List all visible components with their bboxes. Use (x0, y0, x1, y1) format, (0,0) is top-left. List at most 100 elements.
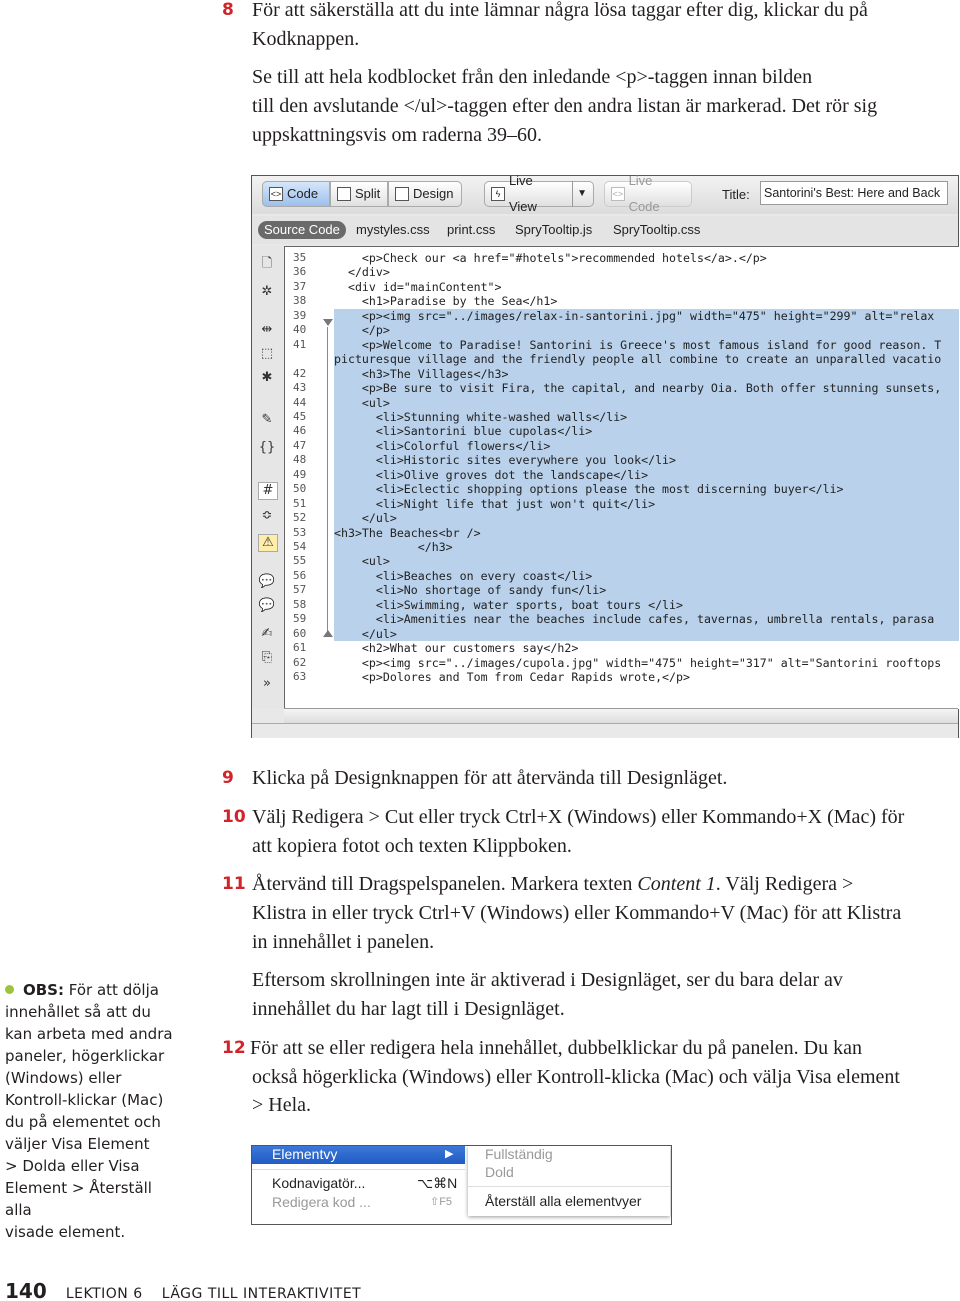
code-icon: <> (269, 187, 283, 201)
code-text: <h2>What our customers say</h2> (334, 641, 579, 656)
live-code-icon: <> (611, 187, 625, 201)
submenu-item-dold[interactable]: Dold (485, 1164, 514, 1180)
code-line[interactable]: 61 <h2>What our customers say</h2> (285, 641, 959, 656)
code-line[interactable]: picturesque village and the friendly peo… (285, 352, 959, 367)
line-number: 39 (293, 308, 307, 322)
note-label: OBS: (23, 981, 64, 999)
line-number: 58 (293, 597, 307, 611)
code-text: <h3>The Beaches<br /> (334, 525, 959, 541)
line-number: 57 (293, 583, 307, 597)
paragraph: Eftersom skrollningen inte är aktiverad … (252, 969, 843, 991)
code-line[interactable]: 58 <li>Swimming, water sports, boat tour… (285, 597, 959, 613)
code-line[interactable]: 46 <li>Santorini blue cupolas</li> (285, 424, 959, 439)
code-line[interactable]: 47 <li>Colorful flowers</li> (285, 438, 959, 454)
code-line[interactable]: 51 <li>Night life that just won't quit</… (285, 496, 959, 512)
menu-item-elementvy[interactable]: Elementvy ▶ (252, 1146, 465, 1164)
line-number: 60 (293, 626, 307, 640)
code-line[interactable]: 40 </p> (285, 323, 959, 338)
step-number: 10 (222, 807, 246, 827)
code-text: <li>Night life that just won't quit</li> (334, 496, 959, 512)
related-file[interactable]: print.css (447, 221, 495, 239)
code-line[interactable]: 63 <p>Dolores and Tom from Cedar Rapids … (285, 670, 959, 685)
code-line[interactable]: 54 </h3> (285, 540, 959, 555)
line-number: 36 (293, 265, 307, 279)
code-line[interactable]: 45 <li>Stunning white-washed walls</li> (285, 409, 959, 425)
submenu-item-reset[interactable]: Återställ alla elementvyer (485, 1193, 641, 1209)
code-line[interactable]: 55 <ul> (285, 554, 959, 569)
syntax-error-icon[interactable]: ⚠ (258, 534, 278, 552)
open-documents-icon[interactable]: 🗋 (258, 256, 276, 272)
code-line[interactable]: 62 <p><img src="../images/cupola.jpg" wi… (285, 656, 959, 671)
code-text: <h1>Paradise by the Sea</h1> (334, 294, 558, 309)
code-editor[interactable]: 35 <p>Check our <a href="#hotels">recomm… (284, 246, 959, 709)
recent-snippets-icon[interactable]: ⎘ (258, 650, 276, 666)
code-line[interactable]: 56 <li>Beaches on every coast</li> (285, 568, 959, 584)
code-line[interactable]: 53 <h3>The Beaches<br /> (285, 525, 959, 541)
page-number: 140 (5, 1279, 47, 1301)
title-input[interactable]: Santorini's Best: Here and Back (760, 181, 948, 205)
highlight-invalid-code-icon[interactable]: ≎ (258, 508, 276, 524)
line-number: 47 (293, 438, 307, 452)
paragraph: Se till att hela kodblocket från den inl… (252, 66, 813, 88)
code-text: <li>Eclectic shopping options please the… (334, 482, 959, 497)
code-text: <p>Dolores and Tom from Cedar Rapids wro… (334, 670, 690, 685)
line-number: 40 (293, 323, 307, 337)
code-text: <li>No shortage of sandy fun</li> (334, 583, 959, 598)
code-line[interactable]: 39 <p><img src="../images/relax-in-santo… (285, 308, 959, 324)
step-text: Klistra in eller tryck Ctrl+V (Windows) … (252, 902, 902, 924)
remove-comment-icon[interactable]: 💬 (258, 598, 276, 614)
submenu-item-fullstandig[interactable]: Fullständig (485, 1146, 553, 1162)
split-view-button[interactable]: Split (330, 181, 388, 207)
code-line[interactable]: 49 <li>Olive groves dot the landscape</l… (285, 467, 959, 483)
code-line[interactable]: 48 <li>Historic sites everywhere you loo… (285, 453, 959, 468)
code-line[interactable]: 59 <li>Amenities near the beaches includ… (285, 612, 959, 627)
code-line[interactable]: 36 </div> (285, 265, 959, 280)
code-line[interactable]: 57 <li>No shortage of sandy fun</li> (285, 583, 959, 598)
related-file[interactable]: SpryTooltip.css (613, 221, 700, 239)
design-view-button[interactable]: Design (388, 181, 462, 207)
show-code-navigator-icon[interactable]: ✲ (258, 284, 276, 300)
collapse-selection-icon[interactable]: ⬚ (258, 346, 276, 362)
code-line[interactable]: 50 <li>Eclectic shopping options please … (285, 482, 959, 497)
code-line[interactable]: 43 <p>Be sure to visit Fira, the capital… (285, 381, 959, 396)
step-text: Återvänd till Dragspelspanelen. Markera … (252, 870, 853, 899)
horizontal-scrollbar[interactable] (284, 708, 958, 723)
related-file[interactable]: mystyles.css (356, 221, 430, 239)
wrap-tag-icon[interactable]: ✍ (258, 626, 276, 642)
code-text: <p>Welcome to Paradise! Santorini is Gre… (334, 337, 959, 353)
code-line[interactable]: 38 <h1>Paradise by the Sea</h1> (285, 294, 959, 309)
dropdown-arrow-icon[interactable]: ▼ (572, 181, 587, 207)
related-file[interactable]: SpryTooltip.js (515, 221, 592, 239)
step-text: > Hela. (252, 1094, 312, 1116)
expand-all-icon[interactable]: ✱ (258, 370, 276, 386)
code-line[interactable]: 41 <p>Welcome to Paradise! Santorini is … (285, 337, 959, 353)
line-number: 45 (293, 409, 307, 423)
code-line[interactable]: 35 <p>Check our <a href="#hotels">recomm… (285, 251, 959, 266)
code-line[interactable]: 60 </ul> (285, 626, 959, 642)
line-number: 46 (293, 424, 307, 438)
code-line[interactable]: 52 </ul> (285, 511, 959, 526)
step-text: att kopiera fotot och texten Klippboken. (252, 835, 572, 857)
code-line[interactable]: 37 <div id="mainContent"> (285, 280, 959, 295)
live-code-button[interactable]: <> Live Code (604, 173, 692, 214)
fold-start-icon[interactable] (323, 319, 333, 326)
line-numbers-icon[interactable]: # (258, 482, 278, 500)
balance-braces-icon[interactable]: {} (258, 440, 276, 456)
note-line: > Dolda eller Visa (5, 1157, 140, 1175)
code-text: </div> (334, 265, 390, 280)
apply-comment-icon[interactable]: 💬 (258, 574, 276, 590)
code-line[interactable]: 44 <ul> (285, 395, 959, 410)
collapse-tag-icon[interactable]: ⇹ (258, 322, 276, 338)
code-view-button[interactable]: <> Code (262, 181, 330, 207)
menu-separator (468, 1186, 670, 1187)
select-parent-tag-icon[interactable]: ✎ (258, 412, 276, 428)
related-file-source-code[interactable]: Source Code (258, 221, 346, 239)
live-view-button[interactable]: ϟ Live View ▼ (484, 173, 594, 214)
related-files-bar: Source Code mystyles.css print.css SpryT… (252, 216, 958, 244)
more-icon[interactable]: » (258, 676, 276, 692)
code-text: <li>Historic sites everywhere you look</… (334, 453, 959, 468)
book-page: 8 För att säkerställa att du inte lämnar… (0, 0, 960, 1301)
code-text: </h3> (334, 540, 959, 555)
fold-end-icon[interactable] (323, 630, 333, 637)
code-line[interactable]: 42 <h3>The Villages</h3> (285, 366, 959, 382)
